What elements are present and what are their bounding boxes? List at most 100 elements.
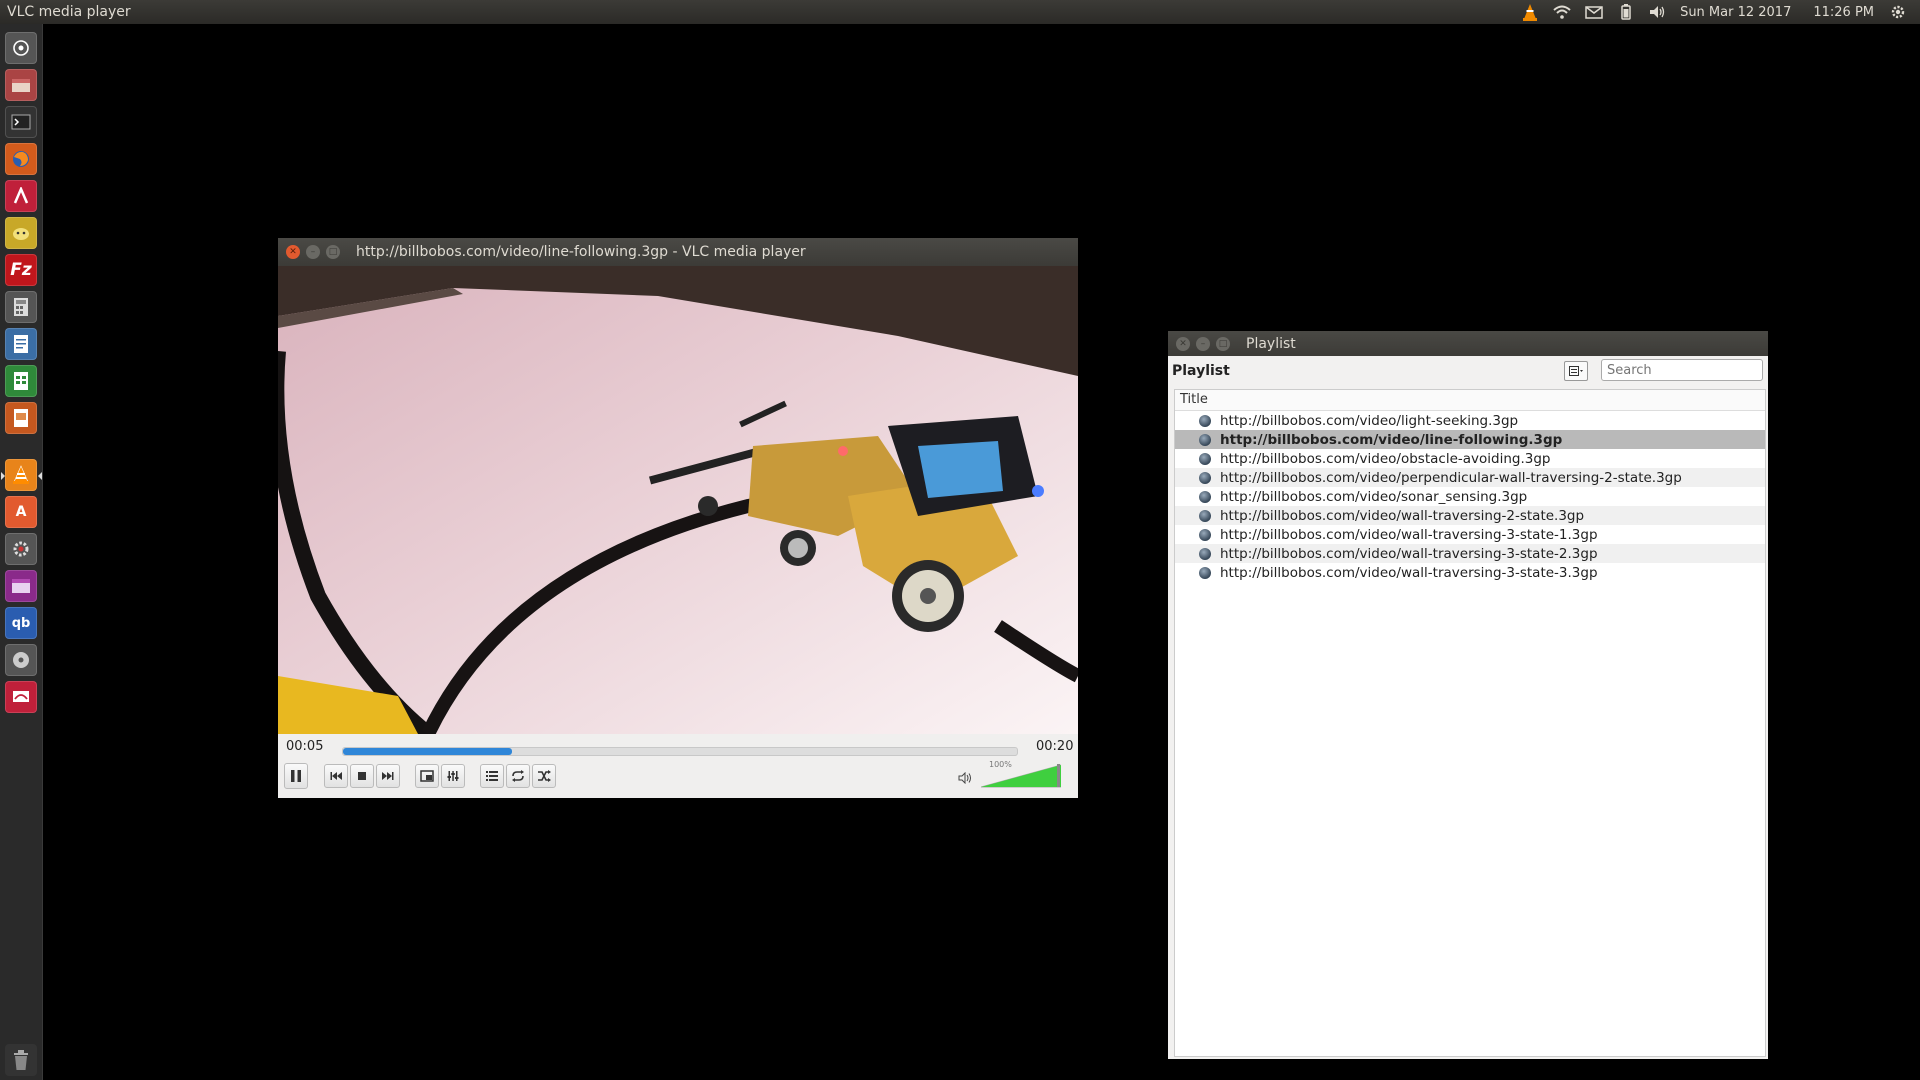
files-icon[interactable]	[5, 69, 37, 101]
previous-icon	[330, 772, 342, 780]
playlist-item[interactable]: http://billbobos.com/video/light-seeking…	[1175, 411, 1765, 430]
filezilla-icon[interactable]: Fz	[5, 254, 37, 286]
firefox-icon[interactable]	[5, 143, 37, 175]
mail-icon[interactable]	[1584, 2, 1604, 22]
playlist-header: Playlist	[1168, 356, 1768, 386]
view-list-icon	[1569, 366, 1583, 376]
playlist-item-title: http://billbobos.com/video/wall-traversi…	[1220, 545, 1598, 562]
shuffle-button[interactable]	[532, 764, 556, 788]
launcher-focus-pip	[38, 472, 42, 480]
software-center-icon[interactable]: A	[5, 496, 37, 528]
total-time[interactable]: 00:20	[1036, 739, 1073, 754]
top-panel: VLC media player Sun Mar 12 2017 11:26 P…	[0, 0, 1920, 24]
playlist-item[interactable]: http://billbobos.com/video/wall-traversi…	[1175, 506, 1765, 525]
mute-button[interactable]	[958, 771, 972, 788]
app-menu-title[interactable]: VLC media player	[0, 4, 131, 20]
playlist-item[interactable]: http://billbobos.com/video/wall-traversi…	[1175, 563, 1765, 582]
network-stream-icon	[1199, 509, 1211, 522]
column-header-title[interactable]: Title	[1175, 390, 1765, 411]
playlist-list: Title http://billbobos.com/video/light-s…	[1174, 389, 1766, 1057]
launcher-app-a-icon[interactable]	[5, 180, 37, 212]
playlist-toggle-button[interactable]	[480, 764, 504, 788]
stop-button[interactable]	[350, 764, 374, 788]
playlist-minimize-button[interactable]: –	[1196, 336, 1210, 351]
playback-controls: 00:05 00:20 100%	[278, 734, 1078, 798]
launcher: Fz A qb	[0, 24, 43, 1080]
calc-spreadsheet-icon[interactable]	[5, 365, 37, 397]
seek-slider[interactable]	[342, 747, 1018, 756]
disk-icon[interactable]	[5, 644, 37, 676]
qbittorrent-icon[interactable]: qb	[5, 607, 37, 639]
playlist-item[interactable]: http://billbobos.com/video/line-followin…	[1175, 430, 1765, 449]
playlist-item-title: http://billbobos.com/video/light-seeking…	[1220, 412, 1519, 429]
playlist-item-title: http://billbobos.com/video/wall-traversi…	[1220, 564, 1598, 581]
next-icon	[382, 772, 394, 780]
network-stream-icon	[1199, 452, 1211, 465]
playlist-item-title: http://billbobos.com/video/wall-traversi…	[1220, 526, 1598, 543]
impress-icon[interactable]	[5, 402, 37, 434]
next-button[interactable]	[376, 764, 400, 788]
volume-slider[interactable]	[981, 764, 1061, 788]
stop-icon	[358, 772, 366, 780]
battery-icon[interactable]	[1616, 2, 1636, 22]
calculator-icon[interactable]	[5, 291, 37, 323]
terminal-icon[interactable]	[5, 106, 37, 138]
playlist-titlebar[interactable]: ✕ – □ Playlist	[1168, 331, 1768, 356]
shuffle-icon	[538, 770, 551, 782]
playlist-search-input[interactable]	[1601, 359, 1763, 381]
video-frame-image	[278, 266, 1078, 734]
playlist-item-title: http://billbobos.com/video/obstacle-avoi…	[1220, 450, 1551, 467]
dash-home-icon[interactable]	[5, 32, 37, 64]
date-label[interactable]: Sun Mar 12 2017	[1680, 5, 1791, 20]
vlc-icon[interactable]	[5, 459, 37, 491]
playlist-item[interactable]: http://billbobos.com/video/perpendicular…	[1175, 468, 1765, 487]
system-tray: Sun Mar 12 2017 11:26 PM	[1520, 0, 1920, 24]
playlist-maximize-button[interactable]: □	[1216, 336, 1230, 351]
remote-app-icon[interactable]	[5, 681, 37, 713]
network-stream-icon	[1199, 433, 1211, 446]
trash-icon[interactable]	[5, 1044, 37, 1076]
elapsed-time[interactable]: 00:05	[286, 739, 323, 754]
network-stream-icon	[1199, 566, 1211, 579]
playlist-item[interactable]: http://billbobos.com/video/obstacle-avoi…	[1175, 449, 1765, 468]
pidgin-icon[interactable]	[5, 217, 37, 249]
playlist-item[interactable]: http://billbobos.com/video/wall-traversi…	[1175, 544, 1765, 563]
network-stream-icon	[1199, 547, 1211, 560]
extended-settings-button[interactable]	[441, 764, 465, 788]
fullscreen-button[interactable]	[415, 764, 439, 788]
playlist-window-title: Playlist	[1246, 335, 1296, 352]
playlist-item[interactable]: http://billbobos.com/video/sonar_sensing…	[1175, 487, 1765, 506]
writer-icon[interactable]	[5, 328, 37, 360]
window-minimize-button[interactable]: –	[306, 245, 320, 259]
system-settings-icon[interactable]	[5, 533, 37, 565]
video-output[interactable]	[278, 266, 1078, 734]
volume-icon[interactable]	[1648, 2, 1668, 22]
wifi-icon[interactable]	[1552, 2, 1572, 22]
fullscreen-icon	[420, 770, 434, 782]
previous-button[interactable]	[324, 764, 348, 788]
pause-icon	[291, 770, 301, 782]
playlist-item-title: http://billbobos.com/video/wall-traversi…	[1220, 507, 1585, 524]
speaker-icon	[958, 771, 971, 785]
network-stream-icon	[1199, 471, 1211, 484]
playlist-item[interactable]: http://billbobos.com/video/wall-traversi…	[1175, 525, 1765, 544]
playlist-label: Playlist	[1172, 363, 1230, 379]
vlc-window-title: http://billbobos.com/video/line-followin…	[356, 244, 806, 260]
window-close-button[interactable]: ✕	[286, 245, 300, 259]
playlist-view-mode-button[interactable]	[1564, 361, 1588, 381]
window-maximize-button[interactable]: □	[326, 245, 340, 259]
vlc-titlebar[interactable]: ✕ – □ http://billbobos.com/video/line-fo…	[278, 238, 1078, 266]
network-stream-icon	[1199, 490, 1211, 503]
pause-button[interactable]	[284, 763, 308, 789]
vlc-tray-icon[interactable]	[1520, 2, 1540, 22]
seek-progress-fill	[343, 748, 512, 755]
vlc-main-window: ✕ – □ http://billbobos.com/video/line-fo…	[278, 238, 1078, 798]
loop-button[interactable]	[506, 764, 530, 788]
settings-gear-icon[interactable]	[1888, 2, 1908, 22]
playlist-icon	[486, 771, 498, 781]
window-app-icon[interactable]	[5, 570, 37, 602]
playlist-window: ✕ – □ Playlist Playlist Title http://bil…	[1168, 331, 1768, 1059]
volume-handle[interactable]	[1057, 764, 1060, 787]
playlist-close-button[interactable]: ✕	[1176, 336, 1190, 351]
clock-label[interactable]: 11:26 PM	[1813, 5, 1874, 20]
